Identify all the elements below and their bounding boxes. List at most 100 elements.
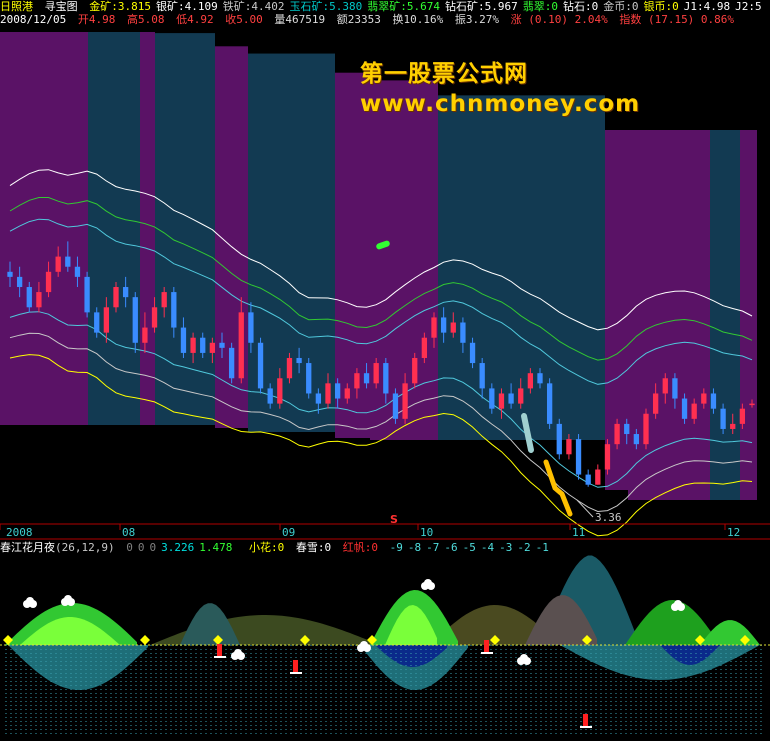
quote-bar: 2008/12/05 开4.98 高5.08 低4.92 收5.00 量4675… [0, 13, 739, 27]
candle-body [431, 317, 437, 338]
cloud-puff [234, 649, 242, 657]
indicator-name: 春江花月夜 [0, 541, 55, 554]
sail-body [293, 660, 298, 672]
candle-body [171, 292, 177, 328]
candle-body [344, 388, 350, 399]
indicator-scale-7: -2 [517, 541, 531, 554]
sail-body [583, 714, 588, 726]
candle-body [228, 347, 235, 379]
candle-body [74, 266, 81, 277]
low-price-label: 3.36 [595, 511, 622, 524]
candle-body [710, 393, 717, 409]
candle-body [219, 342, 225, 348]
x-axis-label-11: 11 [572, 526, 586, 539]
candle-body [527, 373, 534, 389]
sail-body [217, 644, 222, 656]
candle-body [469, 342, 476, 364]
candle-body [142, 327, 148, 343]
red-sail-1 [290, 660, 302, 674]
header-item-2: 铁矿:4.402 [222, 0, 285, 13]
bg-band-11 [710, 130, 740, 500]
candle-body [691, 403, 697, 419]
cloud-puff [520, 654, 528, 662]
indicator-title: 寻宝图 [44, 0, 78, 13]
candle-body [45, 271, 52, 293]
diamond-marker-1 [140, 635, 150, 645]
header-item-5: 钻石矿:5.967 [445, 0, 518, 13]
candle-body [730, 423, 736, 429]
header-item-0: 金矿:3.815 [89, 0, 151, 13]
candle-body [595, 469, 601, 485]
candle-body [36, 292, 42, 308]
snow-cloud-0 [23, 597, 37, 608]
bg-band-0 [0, 32, 88, 425]
candle-body [518, 388, 524, 404]
candle-body [315, 393, 322, 404]
indicator-scale-8: -1 [535, 541, 549, 554]
candle-body [575, 439, 582, 475]
hongfan-value: 红帆:0 [342, 541, 378, 554]
candle-body [633, 434, 640, 445]
candle-body [489, 388, 495, 409]
candle-body [643, 413, 649, 445]
candle-body [460, 322, 466, 343]
indicator-scale-4: -5 [462, 541, 476, 554]
candle-body [113, 287, 119, 308]
red-sail-3 [580, 714, 592, 728]
indicator-scale-1: -8 [407, 541, 422, 554]
candle-body [624, 423, 630, 435]
candle-body [681, 398, 688, 419]
cloud-puff [26, 597, 34, 605]
header-item-6: 翡翠:0 [522, 0, 558, 13]
candle-body [363, 373, 370, 384]
candle-body [267, 388, 273, 404]
candle-body [7, 271, 13, 277]
quote-index: 指数 (17.15) 0.86% [619, 13, 735, 26]
x-axis-label-12: 12 [727, 526, 741, 539]
quote-change: 涨 (0.10) 2.04% [510, 13, 608, 26]
candle-body [132, 297, 138, 343]
candle-body [354, 373, 360, 389]
candle-body [614, 423, 620, 445]
header-item-10: J1:4.98 [683, 0, 731, 13]
candle-body [701, 393, 707, 404]
x-axis [0, 523, 770, 540]
bg-band-12 [740, 130, 757, 500]
candle-body [94, 312, 100, 333]
chunxue-value: 春雪:0 [295, 541, 332, 554]
candle-body [200, 337, 206, 353]
candle-body [122, 287, 129, 298]
cloud-puff [360, 641, 368, 649]
indicator-value-2: 0 [149, 541, 157, 554]
candle-body [498, 393, 505, 409]
indicator-value-1: 0 [137, 541, 145, 554]
indicator-panel [0, 555, 770, 735]
candle-body [508, 393, 514, 404]
quote-volume: 量467519 [274, 13, 326, 26]
candle-body [16, 276, 23, 288]
quote-open: 开4.98 [77, 13, 116, 26]
bg-band-8 [438, 95, 605, 441]
candle-body [392, 393, 399, 419]
candle-body [103, 307, 110, 333]
cloud-puff [674, 600, 682, 608]
candle-body [537, 373, 543, 384]
indicator-scale-3: -6 [444, 541, 458, 554]
candle-body [412, 357, 418, 384]
teal-down-1 [8, 645, 148, 690]
watermark-url: www.chnmoney.com [360, 91, 641, 117]
cloud-puff [424, 579, 432, 587]
x-axis-label-08: 08 [122, 526, 136, 539]
cloud-puff [64, 595, 72, 603]
x-axis-label-2008: 2008 [6, 526, 33, 539]
candle-body [566, 439, 572, 455]
x-axis-label-10: 10 [420, 526, 434, 539]
bg-band-1 [88, 32, 140, 425]
indicator-value-4: 1.478 [199, 541, 233, 554]
header-item-11: J2:5 [735, 0, 762, 13]
candle-body [450, 322, 456, 333]
candle-body [84, 276, 90, 313]
xiaohua-value: 小花:0 [248, 541, 285, 554]
candle-body [546, 383, 553, 424]
candle-body [402, 383, 408, 419]
